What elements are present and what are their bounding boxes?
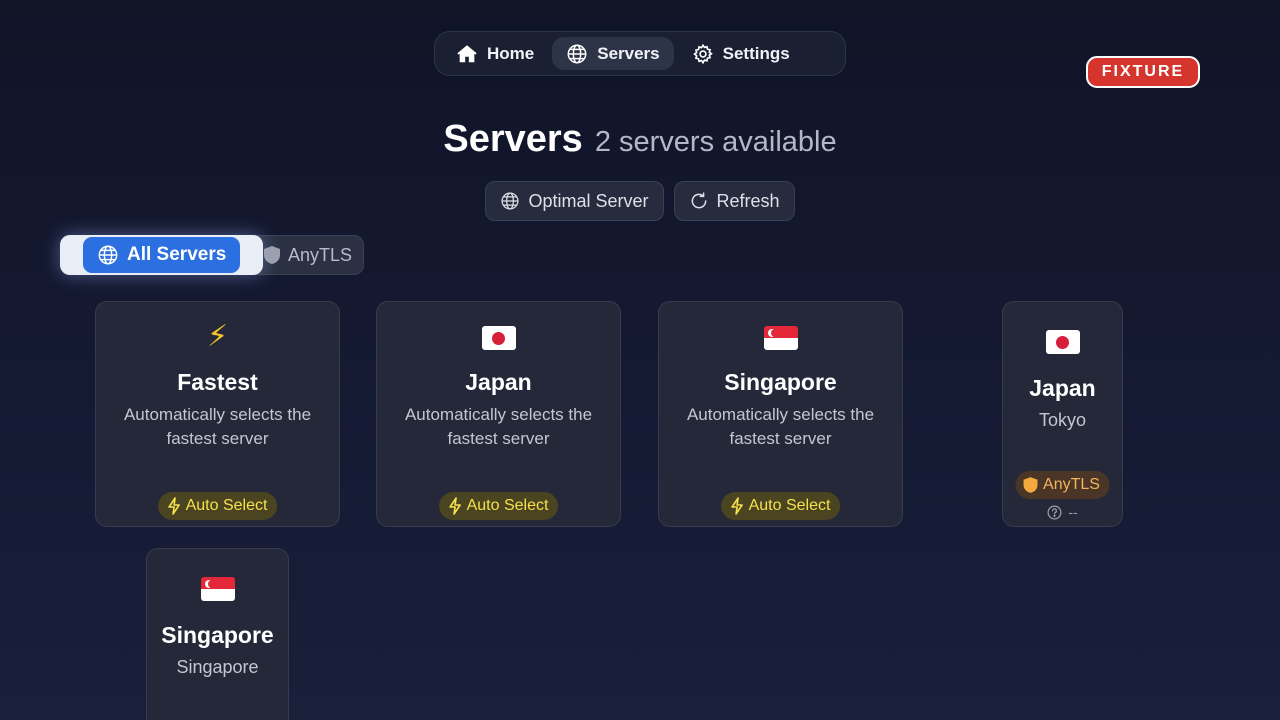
card-name: Singapore [161,622,274,648]
card-name: Japan [465,369,532,395]
nav-home[interactable]: Home [442,37,548,70]
protocol-tag: AnyTLS [1015,471,1110,499]
server-card-japan-tokyo[interactable]: Japan Tokyo AnyTLS -- [1002,301,1123,527]
card-name: Singapore [724,369,837,395]
auto-select-label: Auto Select [185,497,268,514]
auto-lightning-icon [448,497,461,515]
optimal-server-button[interactable]: Optimal Server [485,181,664,221]
flag-singapore-icon [147,570,288,606]
server-card-fastest[interactable]: ⚡ Fastest Automatically selects the fast… [95,301,340,527]
action-bar: Optimal Server Refresh [0,181,1280,221]
globe-icon [98,245,118,265]
filter-all-label: All Servers [127,244,227,265]
server-count: 2 servers available [594,126,837,158]
latency-value: -- [1068,504,1078,520]
auto-select-label: Auto Select [466,497,549,514]
fixture-badge: FIXTURE [1086,56,1200,88]
refresh-button[interactable]: Refresh [673,181,795,221]
nav-servers[interactable]: Servers [552,37,674,70]
flag-singapore-icon [659,319,902,355]
server-card-japan-auto[interactable]: Japan Automatically selects the fastest … [376,301,621,527]
server-card-singapore-auto[interactable]: Singapore Automatically selects the fast… [658,301,903,527]
nav-settings[interactable]: Settings [678,37,804,70]
auto-lightning-icon [730,497,743,515]
card-name: Japan [1029,375,1096,401]
latency-indicator: -- [1003,504,1122,520]
app-root: Home Servers Settings FIXTURE Servers 2 … [0,0,1280,720]
lightning-icon: ⚡ [206,320,229,353]
shield-icon [264,246,280,264]
question-circle-icon [1047,505,1062,519]
card-description: Automatically selects the fastest server [404,405,593,448]
filter-all-servers[interactable]: All Servers [83,237,240,273]
flag-japan-icon [1003,323,1122,359]
top-nav: Home Servers Settings [434,31,846,76]
server-card-singapore[interactable]: Singapore Singapore [146,548,289,720]
card-city: Tokyo [1038,410,1087,430]
auto-select-tag: Auto Select [157,492,278,520]
nav-home-label: Home [487,43,535,63]
card-city: Singapore [176,657,259,677]
auto-select-tag: Auto Select [720,492,841,520]
auto-select-label: Auto Select [748,497,831,514]
page-title: Servers [443,118,583,160]
page-header: Servers 2 servers available [0,118,1280,161]
globe-icon [567,44,587,63]
flag-japan-icon [377,319,620,355]
refresh-icon [691,192,706,209]
globe-icon [501,192,519,210]
filter-anytls-label: AnyTLS [288,244,353,265]
nav-servers-label: Servers [597,43,660,63]
protocol-label: AnyTLS [1043,476,1100,493]
auto-lightning-icon [167,497,180,515]
shield-icon [1023,477,1038,493]
home-icon [457,44,477,62]
filter-anytls[interactable]: AnyTLS [262,237,362,273]
refresh-label: Refresh [716,190,780,211]
card-description: Automatically selects the fastest server [686,405,875,448]
gear-icon [692,43,713,64]
card-description: Automatically selects the fastest server [123,405,312,448]
optimal-server-label: Optimal Server [528,190,649,211]
auto-select-tag: Auto Select [438,492,559,520]
nav-settings-label: Settings [722,43,790,63]
card-name: Fastest [177,369,258,395]
